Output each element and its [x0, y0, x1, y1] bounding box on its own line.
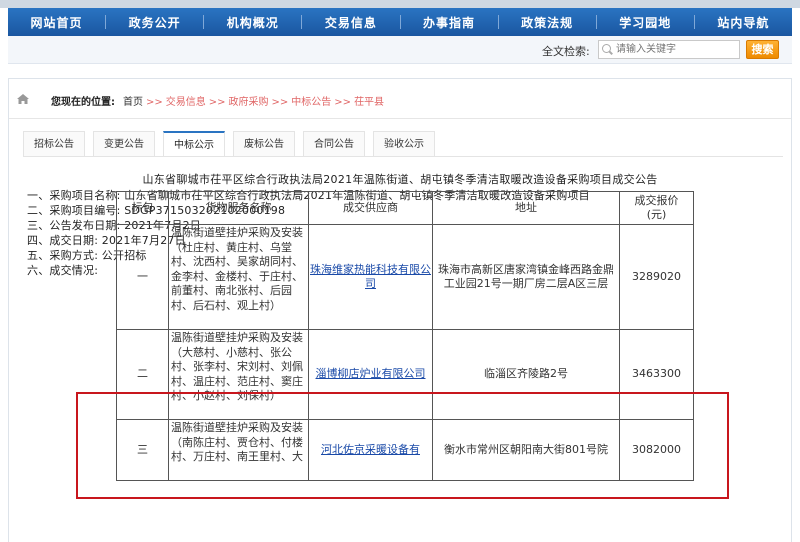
tab-divider	[23, 156, 783, 157]
result-table: 标包 货物服务名称 成交供应商 地址 成交报价 (元) 一 温陈街道壁挂炉采购及…	[116, 191, 694, 481]
cell-price: 3463300	[619, 329, 694, 420]
cell-goods: 温陈街道壁挂炉采购及安装（南陈庄村、贾仓村、付楼村、万庄村、南王里村、大	[168, 419, 309, 481]
supplier-link[interactable]: 河北佐京采暖设备有	[321, 443, 420, 456]
header-package: 标包	[116, 191, 169, 225]
nav-policy[interactable]: 政策法规	[499, 14, 596, 31]
cell-price: 3082000	[619, 419, 694, 481]
home-icon	[17, 94, 29, 104]
cell-address: 珠海市高新区唐家湾镇金峰西路金鼎工业园21号一期厂房二层A区三层	[432, 224, 620, 330]
breadcrumb-label: 您现在的位置:	[51, 97, 115, 108]
search-icon	[602, 44, 611, 53]
cell-supplier: 珠海维家热能科技有限公司	[308, 224, 433, 330]
breadcrumb-home[interactable]: 首页	[123, 97, 143, 108]
header-goods: 货物服务名称	[168, 191, 309, 225]
search-bar: 全文检索: 搜索	[8, 36, 792, 64]
nav-government-affairs[interactable]: 政务公开	[106, 14, 203, 31]
cell-supplier: 河北佐京采暖设备有	[308, 419, 433, 481]
breadcrumb-separator: >>	[146, 97, 163, 108]
cell-address: 衡水市常州区朝阳南大街801号院	[432, 419, 620, 481]
tab-contract-notice[interactable]: 合同公告	[303, 131, 365, 156]
search-label: 全文检索:	[542, 45, 590, 58]
cell-goods-text: 温陈街道壁挂炉采购及安装（南陈庄村、贾仓村、付楼村、万庄村、南王里村、大	[171, 421, 303, 463]
supplier-link[interactable]: 淄博柳店炉业有限公司	[316, 367, 426, 380]
main-nav: 网站首页 政务公开 机构概况 交易信息 办事指南 政策法规 学习园地 站内导航	[8, 8, 792, 36]
nav-home[interactable]: 网站首页	[8, 14, 105, 31]
supplier-link[interactable]: 珠海维家热能科技有限公司	[310, 263, 431, 291]
notice-tabs: 招标公告 变更公告 中标公示 废标公告 合同公告 验收公示	[23, 131, 443, 156]
nav-organization[interactable]: 机构概况	[204, 14, 301, 31]
cell-goods: 温陈街道壁挂炉采购及安装（大慈村、小慈村、张公村、张李村、宋刘村、刘佩村、温庄村…	[168, 329, 309, 420]
table-row: 一 温陈街道壁挂炉采购及安装（杜庄村、黄庄村、乌堂村、沈西村、吴家胡同村、金李村…	[116, 224, 694, 330]
breadcrumb-separator: >>	[208, 97, 226, 108]
table-row: 二 温陈街道壁挂炉采购及安装（大慈村、小慈村、张公村、张李村、宋刘村、刘佩村、温…	[116, 329, 694, 420]
tab-acceptance-notice[interactable]: 验收公示	[373, 131, 435, 156]
tab-award-notice[interactable]: 中标公示	[163, 131, 225, 156]
header-price: 成交报价 (元)	[619, 191, 694, 225]
breadcrumb-trail: 首页 >> 交易信息 >> 政府采购 >> 中标公告 >> 茌平县	[123, 93, 384, 108]
cell-supplier: 淄博柳店炉业有限公司	[308, 329, 433, 420]
table-header-row: 标包 货物服务名称 成交供应商 地址 成交报价 (元)	[116, 191, 694, 225]
article-line-result: 六、成交情况:	[27, 264, 99, 277]
tab-void-notice[interactable]: 废标公告	[233, 131, 295, 156]
nav-trade-info[interactable]: 交易信息	[302, 14, 399, 31]
cell-package: 一	[116, 224, 169, 330]
search-input[interactable]	[598, 40, 740, 59]
breadcrumb-separator: >>	[334, 97, 352, 108]
nav-guide[interactable]: 办事指南	[401, 14, 498, 31]
cell-price: 3289020	[619, 224, 694, 330]
breadcrumb: 您现在的位置: 首页 >> 交易信息 >> 政府采购 >> 中标公告 >> 茌平县	[9, 79, 791, 119]
cell-goods-text: 温陈街道壁挂炉采购及安装（杜庄村、黄庄村、乌堂村、沈西村、吴家胡同村、金李村、金…	[171, 226, 303, 312]
breadcrumb-separator: >>	[271, 97, 289, 108]
cell-package: 二	[116, 329, 169, 420]
nav-sitemap[interactable]: 站内导航	[695, 14, 792, 31]
nav-learning[interactable]: 学习园地	[597, 14, 694, 31]
tab-bidding-notice[interactable]: 招标公告	[23, 131, 85, 156]
search-button[interactable]: 搜索	[746, 40, 779, 59]
cell-address: 临淄区齐陵路2号	[432, 329, 620, 420]
table-row: 三 温陈街道壁挂炉采购及安装（南陈庄村、贾仓村、付楼村、万庄村、南王里村、大 河…	[116, 419, 694, 481]
cell-goods-text: 温陈街道壁挂炉采购及安装（大慈村、小慈村、张公村、张李村、宋刘村、刘佩村、温庄村…	[171, 331, 303, 402]
tab-change-notice[interactable]: 变更公告	[93, 131, 155, 156]
breadcrumb-award-notice[interactable]: 中标公告	[291, 97, 331, 108]
breadcrumb-chiping[interactable]: 茌平县	[354, 97, 384, 108]
header-address: 地址	[432, 191, 620, 225]
article-title: 山东省聊城市茌平区综合行政执法局2021年温陈街道、胡屯镇冬季清洁取暖改造设备采…	[142, 173, 658, 186]
cell-package: 三	[116, 419, 169, 481]
cell-goods: 温陈街道壁挂炉采购及安装（杜庄村、黄庄村、乌堂村、沈西村、吴家胡同村、金李村、金…	[168, 224, 309, 330]
breadcrumb-trade-info[interactable]: 交易信息	[166, 97, 206, 108]
header-supplier: 成交供应商	[308, 191, 433, 225]
top-strip	[0, 0, 800, 8]
breadcrumb-gov-procurement[interactable]: 政府采购	[229, 97, 269, 108]
